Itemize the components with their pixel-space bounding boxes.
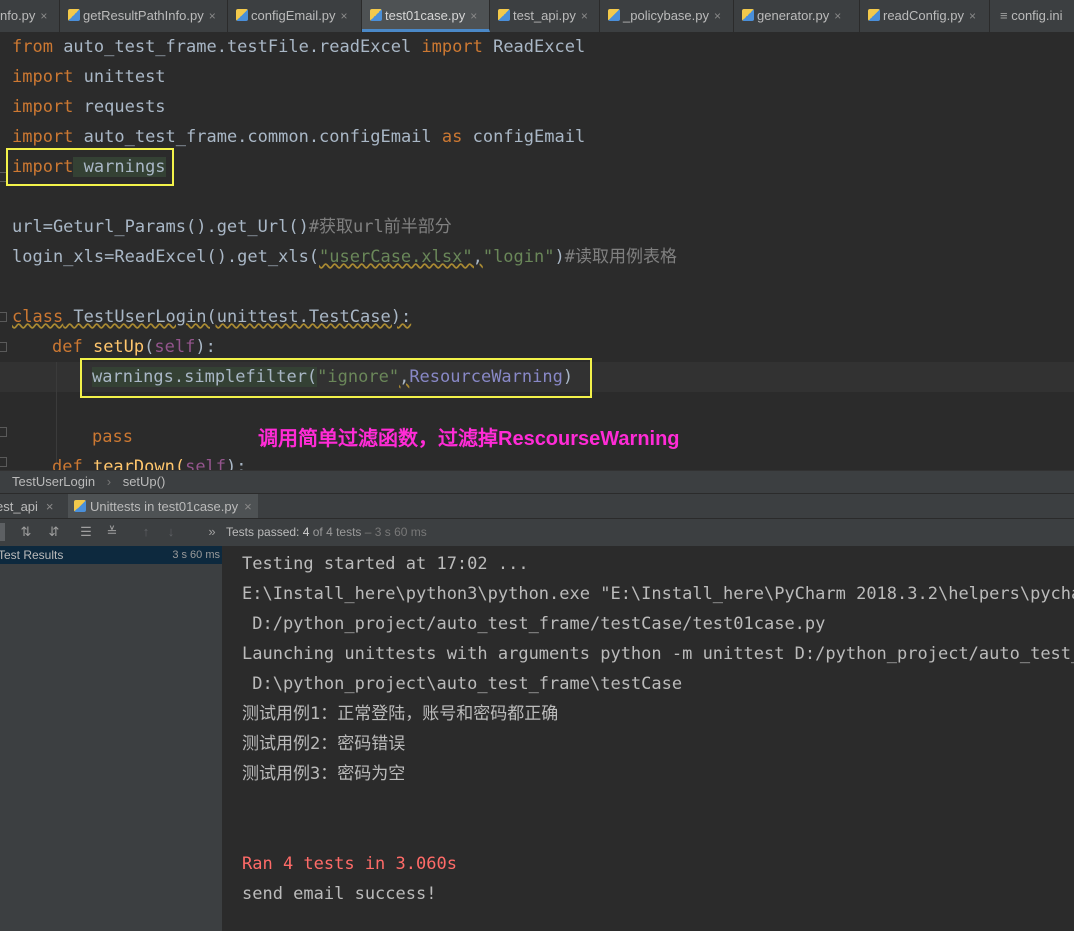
test-tree: Test Results 3 s 60 ms	[0, 546, 223, 931]
python-file-icon	[370, 9, 382, 21]
fold-marker[interactable]	[0, 312, 7, 322]
fold-marker[interactable]	[0, 457, 7, 467]
editor-tab-bar: nfo.py × getResultPathInfo.py × configEmai…	[0, 0, 1074, 33]
close-icon[interactable]: ×	[209, 9, 216, 23]
tab-test-api[interactable]: test_api.py ×	[490, 0, 600, 32]
console-line: send email success!	[242, 884, 437, 904]
code-line-14: pass	[92, 427, 133, 447]
next-failed-icon[interactable]: ↓	[163, 524, 179, 540]
highlight-box-import	[6, 148, 174, 186]
python-file-icon	[236, 9, 248, 21]
code-line-10: class TestUserLogin(unittest.TestCase):	[12, 307, 412, 327]
tab-label: _policybase.py	[623, 8, 709, 23]
more-icon[interactable]: »	[204, 524, 220, 540]
tab-test01case[interactable]: test01case.py ×	[362, 0, 490, 32]
run-tab-test-api[interactable]: est_api ×	[0, 494, 54, 519]
console-line: Launching unittests with arguments pytho…	[242, 644, 1074, 664]
console-line: D:\python_project\auto_test_frame\testCa…	[242, 674, 683, 694]
tab-nfo[interactable]: nfo.py ×	[0, 0, 60, 32]
test-toolbar: ⇅ ⇵ ☰ ≚ ↑ ↓ » Tests passed: 4 of 4 tests…	[0, 518, 1074, 546]
test-results-node[interactable]: Test Results 3 s 60 ms	[0, 546, 222, 564]
test-summary: Tests passed: 4 of 4 tests – 3 s 60 ms	[226, 525, 427, 539]
close-icon[interactable]: ×	[969, 9, 976, 23]
previous-failed-icon[interactable]: ↑	[138, 524, 154, 540]
console-line: 测试用例3：密码为空	[242, 764, 406, 784]
python-file-icon	[868, 9, 880, 21]
tab-label: generator.py	[757, 8, 830, 23]
highlight-box-simplefilter	[80, 358, 592, 398]
breadcrumb-class[interactable]: TestUserLogin	[12, 474, 95, 489]
tab-getresultpathinfo[interactable]: getResultPathInfo.py ×	[60, 0, 228, 32]
toolbar-edge	[0, 523, 5, 541]
sort-duration-icon[interactable]: ⇵	[46, 524, 62, 540]
run-tool-tabs: est_api × Unittests in test01case.py ×	[0, 493, 1074, 520]
console-line: 测试用例1：正常登陆，账号和密码都正确	[242, 704, 559, 724]
console-line-result: Ran 4 tests in 3.060s	[242, 854, 457, 874]
close-icon[interactable]: ×	[40, 9, 47, 23]
indent-guide	[56, 362, 57, 462]
close-icon[interactable]: ×	[46, 499, 54, 514]
expand-all-icon[interactable]: ☰	[78, 524, 94, 540]
code-line-1: from auto_test_frame.testFile.readExcel …	[12, 37, 586, 57]
breadcrumb-method[interactable]: setUp()	[123, 474, 166, 489]
sort-alpha-icon[interactable]: ⇅	[18, 524, 34, 540]
python-file-icon	[498, 9, 510, 21]
close-icon[interactable]: ×	[834, 9, 841, 23]
annotation-text: 调用简单过滤函数，过滤掉RescourseWarning	[258, 428, 680, 450]
close-icon[interactable]: ×	[341, 9, 348, 23]
tab-config-ini[interactable]: ≡ config.ini	[990, 0, 1074, 32]
console-line: D:/python_project/auto_test_frame/testCa…	[242, 614, 826, 634]
close-icon[interactable]: ×	[581, 9, 588, 23]
tab-configemail[interactable]: configEmail.py ×	[228, 0, 362, 32]
console-line: E:\Install_here\python3\python.exe "E:\I…	[242, 584, 1074, 604]
fold-marker[interactable]	[0, 342, 7, 352]
tab-label: configEmail.py	[251, 8, 336, 23]
code-editor[interactable]: from auto_test_frame.testFile.readExcel …	[0, 32, 1074, 470]
tab-label: test_api.py	[513, 8, 576, 23]
console-output[interactable]: Testing started at 17:02 ... E:\Install_…	[223, 546, 1074, 931]
code-line-2: import unittest	[12, 67, 166, 87]
tab-label: getResultPathInfo.py	[83, 8, 204, 23]
collapse-all-icon[interactable]: ≚	[104, 524, 120, 540]
python-run-icon	[74, 500, 86, 512]
close-icon[interactable]: ×	[714, 9, 721, 23]
code-line-3: import requests	[12, 97, 166, 117]
python-file-icon	[68, 9, 80, 21]
tab-generator[interactable]: generator.py ×	[734, 0, 860, 32]
tab-policybase[interactable]: _policybase.py ×	[600, 0, 734, 32]
tab-label: test01case.py	[385, 8, 466, 23]
close-icon[interactable]: ×	[470, 9, 477, 23]
console-line: 测试用例2：密码错误	[242, 734, 406, 754]
code-line-8: login_xls=ReadExcel().get_xls("userCase.…	[12, 247, 677, 267]
fold-marker[interactable]	[0, 427, 7, 437]
console-line: Testing started at 17:02 ...	[242, 554, 529, 574]
python-file-icon	[742, 9, 754, 21]
close-icon[interactable]: ×	[244, 499, 252, 514]
code-line-15: def tearDown(self):	[52, 457, 247, 470]
tab-label: readConfig.py	[883, 8, 964, 23]
code-line-7: url=Geturl_Params().get_Url()#获取url前半部分	[12, 217, 452, 237]
python-file-icon	[608, 9, 620, 21]
tab-label: config.ini	[1011, 8, 1063, 23]
breadcrumb-separator: ›	[106, 474, 112, 489]
breadcrumb: TestUserLogin › setUp()	[0, 470, 1074, 493]
tab-readconfig[interactable]: readConfig.py ×	[860, 0, 990, 32]
run-tab-unittests[interactable]: Unittests in test01case.py ×	[68, 494, 258, 520]
ini-file-icon: ≡	[1000, 8, 1008, 23]
tab-label: nfo.py	[0, 8, 36, 23]
